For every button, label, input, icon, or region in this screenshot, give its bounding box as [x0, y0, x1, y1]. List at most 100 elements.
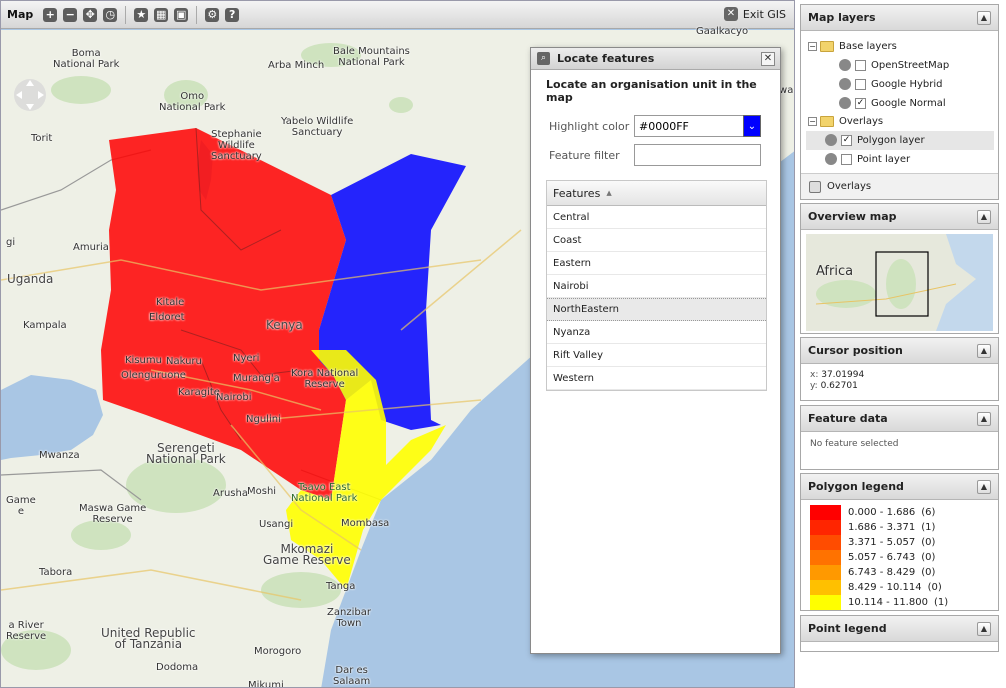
feature-row[interactable]: Western — [547, 367, 766, 390]
features-list: Central Coast Eastern Nairobi NorthEastern Ny… — [547, 206, 766, 390]
feature-data-panel: Feature data ▲ No feature selected — [800, 405, 999, 470]
table-icon[interactable]: ▦ — [154, 7, 169, 22]
place-label: Omo National Park — [159, 91, 226, 113]
place-label: Dodoma — [156, 662, 199, 673]
place-label: Nyeri — [233, 353, 260, 364]
collapse-button[interactable]: ▲ — [977, 479, 991, 494]
collapse-button[interactable]: ▲ — [977, 411, 991, 426]
layer-checkbox[interactable] — [855, 78, 866, 90]
place-label: Karagite — [178, 387, 220, 398]
image-icon[interactable]: ▣ — [174, 7, 189, 22]
close-icon: ✕ — [723, 7, 738, 21]
layer-row[interactable]: OpenStreetMap — [839, 56, 949, 74]
exit-gis-label: Exit GIS — [742, 7, 786, 21]
legend-item: 0.000 - 1.686 (6) — [810, 505, 935, 520]
cursor-y-value: 0.62701 — [820, 381, 858, 391]
feature-row[interactable]: Nairobi — [547, 275, 766, 298]
place-label: Ngulini — [246, 414, 281, 425]
overlays-footer[interactable]: Overlays — [801, 173, 998, 199]
locate-window-title: Locate features — [557, 52, 655, 65]
settings-icon[interactable]: ⚙ — [205, 7, 220, 22]
sort-asc-icon: ▲ — [606, 189, 612, 197]
collapse-button[interactable]: ▲ — [977, 343, 991, 358]
tree-node-base-layers[interactable]: − Base layers — [808, 37, 897, 55]
layer-checkbox[interactable] — [855, 59, 866, 71]
feature-row[interactable]: Nyanza — [547, 321, 766, 344]
place-label: Arusha — [213, 488, 248, 499]
collapse-node-icon[interactable]: − — [808, 41, 817, 51]
overlays-icon — [809, 180, 821, 193]
collapse-button[interactable]: ▲ — [977, 621, 991, 636]
feature-filter-input[interactable] — [634, 144, 761, 166]
layer-row[interactable]: Point layer — [825, 150, 910, 168]
polygon-legend-panel: Polygon legend ▲ 0.000 - 1.686 (6) 1.686 -… — [800, 473, 999, 611]
feature-row[interactable]: Central — [547, 206, 766, 229]
collapse-node-icon[interactable]: − — [808, 116, 817, 126]
legend-range: 1.686 - 3.371 — [848, 522, 916, 533]
base-layers-label: Base layers — [839, 40, 897, 52]
zoom-out-icon[interactable]: − — [63, 7, 78, 22]
feature-row[interactable]: NorthEastern — [547, 298, 766, 321]
legend-swatch — [810, 580, 841, 595]
place-label: Mikumi — [248, 680, 284, 688]
collapse-button[interactable]: ▲ — [977, 209, 991, 224]
layer-icon — [839, 97, 851, 109]
zoom-extent-icon[interactable]: ✥ — [83, 7, 98, 22]
pan-control[interactable] — [13, 70, 47, 120]
close-button[interactable]: ✕ — [761, 52, 775, 66]
overview-map[interactable]: Africa — [806, 234, 993, 331]
feature-row[interactable]: Rift Valley — [547, 344, 766, 367]
features-column-header[interactable]: Features ▲ — [547, 181, 766, 206]
zoom-in-icon[interactable]: + — [43, 7, 58, 22]
legend-item: 1.686 - 3.371 (1) — [810, 520, 935, 535]
legend-item: 8.429 - 10.114 (0) — [810, 580, 942, 595]
collapse-button[interactable]: ▲ — [977, 10, 991, 25]
layer-row[interactable]: ✓ Polygon layer — [825, 131, 925, 149]
help-icon[interactable]: ? — [225, 7, 240, 22]
layer-checkbox[interactable]: ✓ — [841, 134, 852, 146]
legend-item: 10.114 - 11.800 (1) — [810, 595, 948, 610]
cursor-y-label: y: — [810, 381, 818, 391]
place-label: Usangi — [259, 519, 294, 530]
place-label: Torit — [31, 133, 53, 144]
place-label: Amuria — [73, 242, 109, 253]
legend-range: 10.114 - 11.800 — [848, 597, 928, 608]
point-legend-title: Point legend — [808, 622, 887, 635]
layer-icon — [839, 59, 851, 71]
tree-node-overlays[interactable]: − Overlays — [808, 112, 883, 130]
place-label: Kampala — [23, 320, 67, 331]
cursor-position-panel: Cursor position ▲ x: 37.01994 y: 0.62701 — [800, 337, 999, 401]
legend-range: 0.000 - 1.686 — [848, 507, 916, 518]
place-label: Bale Mountains National Park — [333, 46, 410, 68]
feature-row[interactable]: Eastern — [547, 252, 766, 275]
overview-map-panel: Overview map ▲ Africa — [800, 203, 999, 334]
layer-checkbox[interactable] — [841, 153, 852, 165]
locate-features-window: ⌕ Locate features ✕ Locate an organisati… — [530, 47, 781, 654]
toolbar-separator — [125, 5, 127, 24]
place-label: Kora National Reserve — [291, 368, 359, 390]
map-title: Map — [7, 8, 34, 21]
place-label: Maswa Game Reserve — [79, 503, 147, 525]
layer-checkbox[interactable]: ✓ — [855, 97, 866, 109]
color-picker-trigger[interactable]: ⌄ — [743, 115, 761, 137]
layer-row[interactable]: Google Hybrid — [839, 75, 942, 93]
locate-window-header[interactable]: ⌕ Locate features ✕ — [531, 48, 780, 70]
point-legend-panel: Point legend ▲ — [800, 615, 999, 652]
cursor-x-value: 37.01994 — [821, 370, 865, 380]
layer-label: Point layer — [857, 153, 911, 165]
favorite-icon[interactable]: ★ — [134, 7, 149, 22]
legend-swatch — [810, 595, 841, 610]
exit-gis-button[interactable]: ✕ Exit GIS — [723, 7, 786, 21]
history-icon[interactable]: ◷ — [103, 7, 118, 22]
highlight-color-input[interactable] — [634, 115, 743, 137]
layer-row[interactable]: ✓ Google Normal — [839, 94, 946, 112]
place-label: Tsavo East National Park — [291, 482, 358, 504]
place-label: Tabora — [39, 567, 73, 578]
place-label: Mkomazi Game Reserve — [263, 542, 351, 567]
place-label: Boma National Park — [53, 48, 120, 70]
place-label: Morogoro — [254, 646, 302, 657]
place-label: Gaalkacyo — [696, 26, 749, 37]
feature-row[interactable]: Coast — [547, 229, 766, 252]
legend-count: (1) — [933, 597, 949, 608]
place-label: Zanzibar Town — [327, 607, 371, 629]
